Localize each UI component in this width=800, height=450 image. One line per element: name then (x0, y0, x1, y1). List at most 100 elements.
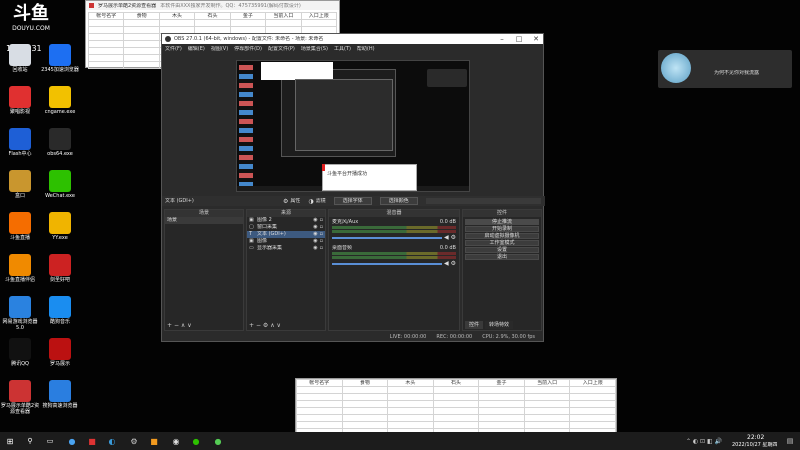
table-cell[interactable] (479, 387, 525, 394)
table-cell[interactable] (297, 408, 343, 415)
choose-color-button[interactable]: 选择颜色 (379, 197, 418, 205)
source-item[interactable]: ▣ 图像 2 ◉ ▫ (247, 217, 325, 224)
add-icon[interactable]: + (167, 322, 172, 329)
table-cell[interactable] (342, 408, 389, 415)
menu-item[interactable]: 配置文件(P) (268, 46, 295, 52)
task-view-icon[interactable]: ▭ (44, 432, 56, 450)
table-cell[interactable] (89, 62, 125, 69)
table-cell[interactable] (524, 422, 571, 429)
table-cell[interactable] (124, 48, 160, 55)
maximize-button[interactable]: □ (512, 35, 526, 43)
table-cell[interactable] (570, 394, 616, 401)
desktop-icon[interactable]: 斗鱼直播伴侣 (0, 254, 40, 284)
menu-item[interactable]: 编辑(E) (188, 46, 205, 52)
gear-icon[interactable]: ⚙ (263, 322, 268, 329)
taskbar-orange-icon[interactable]: ■ (148, 432, 160, 450)
table-cell[interactable] (342, 394, 389, 401)
table-cell[interactable] (124, 41, 160, 48)
down-icon[interactable]: ∨ (187, 322, 191, 329)
desktop-icon[interactable]: WeChat.exe (40, 170, 80, 200)
table-cell[interactable] (124, 20, 160, 27)
source-item[interactable]: ▭ 显示器采集 ◉ ▫ (247, 245, 325, 252)
table-cell[interactable] (524, 401, 571, 408)
table-cell[interactable] (524, 387, 571, 394)
table-cell[interactable] (570, 408, 616, 415)
table-cell[interactable] (297, 401, 343, 408)
lock-icon[interactable]: ▫ (320, 238, 323, 245)
table-cell[interactable] (570, 422, 616, 429)
properties-button[interactable]: ⚙ 属性 (283, 198, 300, 205)
up-icon[interactable]: ∧ (270, 322, 274, 329)
eye-icon[interactable]: ◉ (313, 231, 317, 238)
desktop-icon[interactable]: YY.exe (40, 212, 80, 242)
desktop-icon[interactable]: 腾讯QQ (0, 338, 40, 368)
desktop-icon[interactable]: 剑圣好吧 (40, 254, 80, 284)
table-cell[interactable] (301, 20, 337, 27)
menu-item[interactable]: 停靠部件(D) (234, 46, 262, 52)
table-cell[interactable] (230, 20, 267, 27)
excel-window-bottom[interactable]: 帐号名字 食物 木头 石头 金子 当前入口 入口上限 (295, 378, 617, 436)
control-button[interactable]: 退出 (465, 254, 539, 260)
table-cell[interactable] (433, 422, 480, 429)
taskbar-gear-icon[interactable]: ⚙ (128, 432, 140, 450)
table-cell[interactable] (159, 20, 196, 27)
menu-item[interactable]: 场景集合(S) (301, 46, 328, 52)
table-cell[interactable] (297, 394, 343, 401)
remove-icon[interactable]: − (256, 322, 261, 329)
table-cell[interactable] (195, 20, 231, 27)
table-cell[interactable] (433, 394, 480, 401)
table-cell[interactable] (433, 387, 480, 394)
menu-item[interactable]: 工具(T) (334, 46, 351, 52)
taskbar-wechat-icon[interactable]: ● (190, 432, 202, 450)
table-cell[interactable] (388, 394, 434, 401)
search-icon[interactable]: ⚲ (24, 432, 36, 450)
desktop-icon[interactable]: 搜狗高速浏览器 (40, 380, 80, 410)
control-button[interactable]: 启动虚拟摄像机 (465, 233, 539, 239)
filters-button[interactable]: ◑ 滤镜 (308, 198, 325, 205)
taskbar-green-icon[interactable]: ● (212, 432, 224, 450)
table-cell[interactable] (297, 415, 343, 422)
desktop-icon[interactable]: obs64.exe (40, 128, 80, 158)
source-item[interactable]: ▢ 窗口采集 ◉ ▫ (247, 224, 325, 231)
table-cell[interactable] (433, 415, 480, 422)
table-cell[interactable] (89, 20, 125, 27)
desktop-icon[interactable]: Flash中心 (0, 128, 40, 158)
source-item[interactable]: T 文本 (GDI+) ◉ ▫ (247, 231, 325, 238)
table-cell[interactable] (342, 401, 389, 408)
volume-slider[interactable] (332, 262, 442, 265)
scene-item[interactable]: 场景 (165, 217, 243, 224)
desktop-icon[interactable]: 回收站 (0, 44, 40, 74)
speaker-icon[interactable]: ◀ (444, 234, 449, 241)
eye-icon[interactable]: ◉ (313, 245, 317, 252)
desktop-icon[interactable]: 盒口 (0, 170, 40, 200)
table-cell[interactable] (524, 415, 571, 422)
choose-font-button[interactable]: 选择字体 (333, 197, 372, 205)
desktop-icon[interactable]: 酷狗音乐 (40, 296, 80, 326)
speaker-icon[interactable]: ◀ (444, 260, 449, 267)
table-cell[interactable] (388, 408, 434, 415)
lock-icon[interactable]: ▫ (320, 217, 323, 224)
table-cell[interactable] (89, 48, 125, 55)
add-icon[interactable]: + (249, 322, 254, 329)
start-button[interactable]: ⊞ (4, 432, 16, 450)
control-button[interactable]: 工作室模式 (465, 240, 539, 246)
close-button[interactable]: ✕ (529, 35, 543, 43)
desktop-icon[interactable]: 2345加速浏览器 (40, 44, 80, 74)
desktop-icon[interactable]: 网易游戏浏览器5.0 (0, 296, 40, 332)
desktop-icon[interactable]: 斗鱼直播 (0, 212, 40, 242)
dock-tab[interactable]: 控件 (465, 321, 484, 329)
table-cell[interactable] (89, 41, 125, 48)
table-cell[interactable] (342, 387, 389, 394)
menu-item[interactable]: 帮助(H) (357, 46, 375, 52)
desktop-icon[interactable]: 聚唱影视 (0, 86, 40, 116)
table-cell[interactable] (89, 55, 125, 62)
table-cell[interactable] (342, 415, 389, 422)
gear-icon[interactable]: ⚙ (451, 234, 456, 241)
table-cell[interactable] (479, 422, 525, 429)
control-button[interactable]: 停止推流 (465, 219, 539, 225)
lock-icon[interactable]: ▫ (320, 224, 323, 231)
table-cell[interactable] (479, 394, 525, 401)
table-cell[interactable] (570, 401, 616, 408)
menu-item[interactable]: 文件(F) (165, 46, 182, 52)
desktop-icon[interactable]: 罗马展示单酷2资源查看器 (0, 380, 40, 416)
